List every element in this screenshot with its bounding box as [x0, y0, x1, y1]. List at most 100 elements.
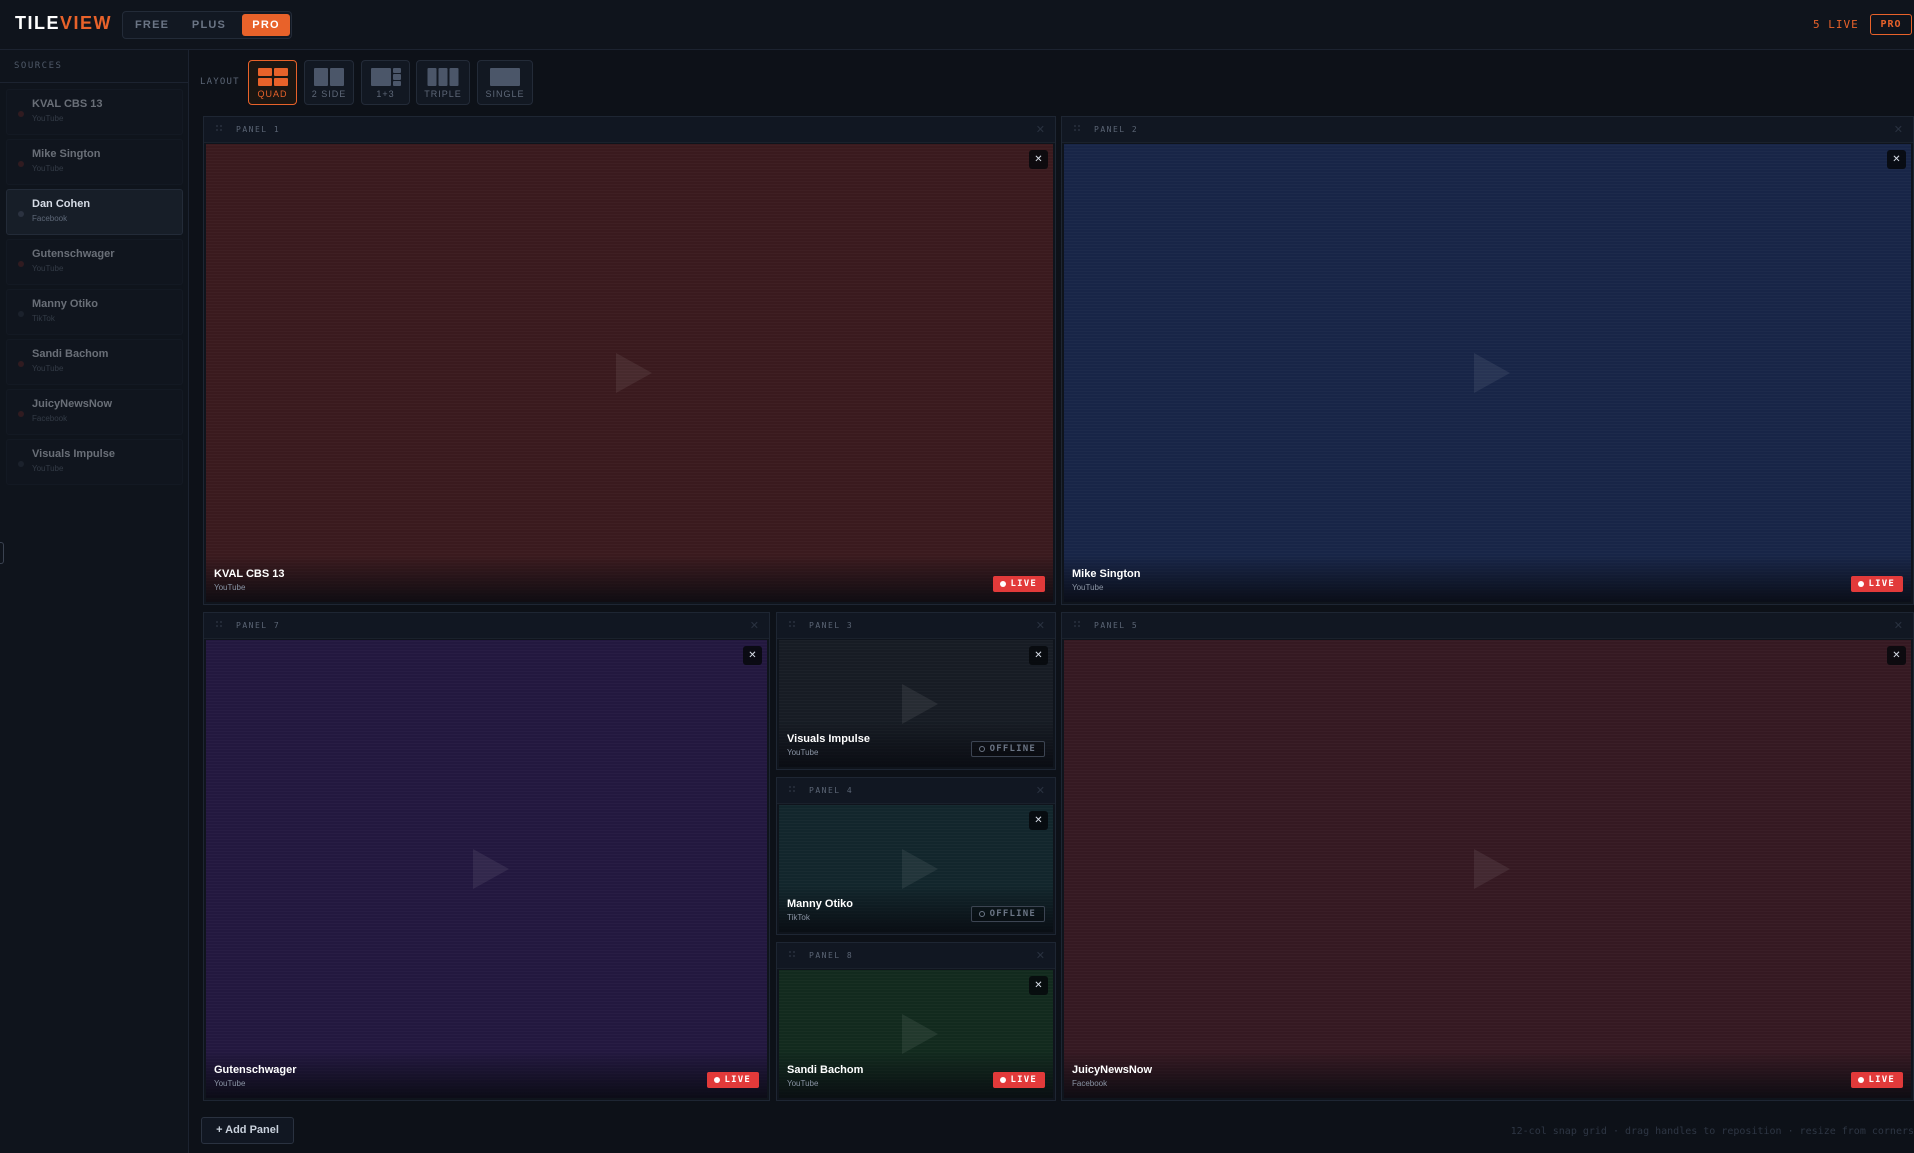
- layout-two-side-button[interactable]: 2 SIDE: [304, 60, 354, 105]
- drag-handle-icon[interactable]: [789, 951, 795, 960]
- video-panel: PANEL 1 ✕ ✕ KVAL CBS 13 YouTube LIVE: [203, 116, 1056, 605]
- app-logo: TILEVIEW: [15, 13, 113, 33]
- panel-header[interactable]: PANEL 1 ✕: [204, 117, 1055, 143]
- source-item[interactable]: Gutenschwager YouTube: [6, 239, 183, 285]
- close-icon[interactable]: ✕: [750, 619, 759, 632]
- quad-layout-icon: [257, 68, 288, 86]
- remove-panel-button[interactable]: ✕: [1029, 150, 1048, 169]
- panel-source-platform: TikTok: [787, 913, 810, 922]
- drag-handle-icon[interactable]: [789, 621, 795, 630]
- drag-handle-icon[interactable]: [216, 621, 222, 630]
- layout-single-button[interactable]: SINGLE: [477, 60, 533, 105]
- panel-header[interactable]: PANEL 2 ✕: [1062, 117, 1913, 143]
- source-item[interactable]: Visuals Impulse YouTube: [6, 439, 183, 485]
- tier-free-button[interactable]: FREE: [135, 14, 168, 36]
- sidebar-collapse-handle[interactable]: [0, 542, 4, 564]
- sources-divider: [0, 82, 189, 83]
- live-dot-icon: [18, 411, 24, 417]
- offline-dot-icon: [18, 211, 24, 217]
- play-icon[interactable]: [615, 353, 652, 393]
- panel-source-name: Visuals Impulse: [787, 733, 870, 745]
- offline-dot-icon: [18, 461, 24, 467]
- close-icon[interactable]: ✕: [1036, 949, 1045, 962]
- source-name: Manny Otiko: [32, 298, 99, 310]
- video-panel: PANEL 7 ✕ ✕ Gutenschwager YouTube LIVE: [203, 612, 770, 1101]
- remove-panel-button[interactable]: ✕: [743, 646, 762, 665]
- panel-header[interactable]: PANEL 3 ✕: [777, 613, 1055, 639]
- tier-pro-button[interactable]: PRO: [242, 14, 290, 36]
- source-item[interactable]: Mike Sington YouTube: [6, 139, 183, 185]
- live-count: 5 LIVE: [1813, 18, 1859, 31]
- live-dot-icon: [18, 261, 24, 267]
- tier-plus-button[interactable]: PLUS: [191, 14, 227, 36]
- layout-triple-button[interactable]: TRIPLE: [416, 60, 470, 105]
- live-dot-icon: [18, 161, 24, 167]
- video-area[interactable]: ✕ Mike Sington YouTube LIVE: [1064, 144, 1911, 602]
- panel-header[interactable]: PANEL 8 ✕: [777, 943, 1055, 969]
- source-platform: TikTok: [32, 314, 55, 323]
- play-icon[interactable]: [1473, 849, 1510, 889]
- panel-source-platform: YouTube: [787, 748, 819, 757]
- panel-source-name: Sandi Bachom: [787, 1064, 864, 1076]
- panel-header[interactable]: PANEL 4 ✕: [777, 778, 1055, 804]
- video-area[interactable]: ✕ JuicyNewsNow Facebook LIVE: [1064, 640, 1911, 1098]
- drag-handle-icon[interactable]: [1074, 621, 1080, 630]
- live-badge: LIVE: [992, 1072, 1045, 1088]
- remove-panel-button[interactable]: ✕: [1029, 811, 1048, 830]
- panel-title: PANEL 4: [809, 786, 854, 795]
- video-area[interactable]: ✕ KVAL CBS 13 YouTube LIVE: [206, 144, 1053, 602]
- source-platform: Facebook: [32, 214, 68, 223]
- plan-badge[interactable]: PRO: [1870, 14, 1912, 35]
- close-icon[interactable]: ✕: [1036, 784, 1045, 797]
- source-platform: Facebook: [32, 414, 68, 423]
- remove-panel-button[interactable]: ✕: [1029, 976, 1048, 995]
- source-item[interactable]: Sandi Bachom YouTube: [6, 339, 183, 385]
- video-panel: PANEL 8 ✕ ✕ Sandi Bachom YouTube LIVE: [776, 942, 1056, 1101]
- panel-header[interactable]: PANEL 5 ✕: [1062, 613, 1913, 639]
- one-plus-three-layout-icon: [370, 68, 401, 86]
- source-item-active[interactable]: Dan Cohen Facebook: [6, 189, 183, 235]
- layout-name: 1+3: [376, 89, 395, 99]
- layout-name: QUAD: [257, 89, 288, 99]
- panel-source-name: KVAL CBS 13: [214, 568, 285, 580]
- source-item[interactable]: Manny Otiko TikTok: [6, 289, 183, 335]
- close-icon[interactable]: ✕: [1894, 123, 1903, 136]
- remove-panel-button[interactable]: ✕: [1887, 646, 1906, 665]
- layout-quad-button[interactable]: QUAD: [248, 60, 297, 105]
- close-icon[interactable]: ✕: [1894, 619, 1903, 632]
- live-badge: LIVE: [1850, 576, 1903, 592]
- play-icon[interactable]: [902, 1014, 938, 1054]
- triple-layout-icon: [427, 68, 459, 86]
- remove-panel-button[interactable]: ✕: [1887, 150, 1906, 169]
- panel-title: PANEL 7: [236, 621, 281, 630]
- panel-source-name: Mike Sington: [1072, 568, 1141, 580]
- play-icon[interactable]: [1473, 353, 1510, 393]
- drag-handle-icon[interactable]: [789, 786, 795, 795]
- video-area[interactable]: ✕ Manny Otiko TikTok OFFLINE: [779, 805, 1053, 932]
- single-layout-icon: [490, 68, 520, 86]
- video-area[interactable]: ✕ Gutenschwager YouTube LIVE: [206, 640, 767, 1098]
- video-area[interactable]: ✕ Sandi Bachom YouTube LIVE: [779, 970, 1053, 1098]
- close-icon[interactable]: ✕: [1036, 619, 1045, 632]
- layout-name: SINGLE: [485, 89, 525, 99]
- drag-handle-icon[interactable]: [1074, 125, 1080, 134]
- source-name: KVAL CBS 13: [32, 98, 103, 110]
- drag-handle-icon[interactable]: [216, 125, 222, 134]
- panel-header[interactable]: PANEL 7 ✕: [204, 613, 769, 639]
- play-icon[interactable]: [902, 683, 938, 724]
- add-panel-button[interactable]: + Add Panel: [201, 1117, 294, 1144]
- source-item[interactable]: KVAL CBS 13 YouTube: [6, 89, 183, 135]
- panel-title: PANEL 8: [809, 951, 854, 960]
- panel-title: PANEL 2: [1094, 125, 1139, 134]
- layout-one-plus-three-button[interactable]: 1+3: [361, 60, 410, 105]
- close-icon[interactable]: ✕: [1036, 123, 1045, 136]
- source-platform: YouTube: [32, 264, 64, 273]
- layout-label: LAYOUT: [200, 77, 240, 87]
- panel-title: PANEL 1: [236, 125, 281, 134]
- source-item[interactable]: JuicyNewsNow Facebook: [6, 389, 183, 435]
- video-area[interactable]: ✕ Visuals Impulse YouTube OFFLINE: [779, 640, 1053, 767]
- remove-panel-button[interactable]: ✕: [1029, 646, 1048, 665]
- play-icon[interactable]: [902, 848, 938, 889]
- panel-title: PANEL 3: [809, 621, 854, 630]
- play-icon[interactable]: [472, 849, 509, 889]
